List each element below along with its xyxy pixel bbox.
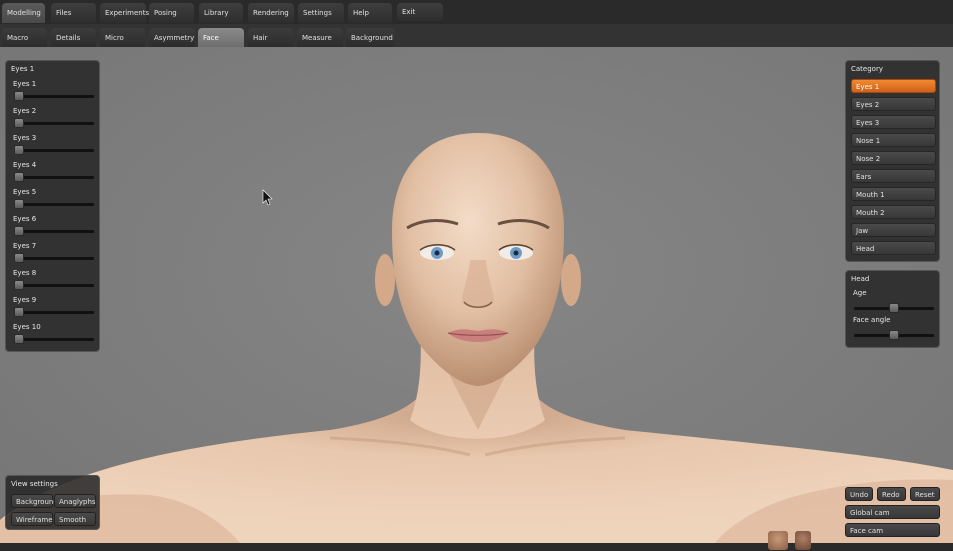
tab-experiments[interactable]: Experiments <box>100 3 149 23</box>
eyes-7-slider[interactable] <box>14 253 94 263</box>
tab-modelling[interactable]: Modelling <box>2 3 45 23</box>
eyes-4-slider[interactable] <box>14 172 94 182</box>
slider-thumb[interactable] <box>14 253 24 263</box>
eyes-8-slider[interactable] <box>14 280 94 290</box>
category-item-eyes-1[interactable]: Eyes 1 <box>851 79 936 93</box>
tab-posing[interactable]: Posing <box>149 3 194 23</box>
panel-title: Eyes 1 <box>11 65 35 73</box>
subtab-micro[interactable]: Micro <box>100 28 145 47</box>
face-cam-button[interactable]: Face cam <box>845 523 940 537</box>
background-toggle-button[interactable]: Background <box>11 494 58 508</box>
category-panel: Category Eyes 1 Eyes 2 Eyes 3 Nose 1 Nose 2 E… <box>845 60 940 262</box>
panel-title: Head <box>851 275 870 283</box>
global-cam-button[interactable]: Global cam <box>845 505 940 519</box>
redo-button[interactable]: Redo <box>877 487 906 501</box>
eyes-5-slider[interactable] <box>14 199 94 209</box>
slider-label: Eyes 8 <box>13 269 37 277</box>
panel-title: Category <box>851 65 883 73</box>
slider-label: Eyes 1 <box>13 80 37 88</box>
category-item-nose-2[interactable]: Nose 2 <box>851 151 936 165</box>
eyes-slider-panel: Eyes 1 Eyes 1 Eyes 2 Eyes 3 Eyes 4 Eyes 5 Eye… <box>5 60 100 352</box>
slider-label: Eyes 7 <box>13 242 37 250</box>
main-menu-bar: Modelling Files Experiments Posing Libra… <box>0 0 953 24</box>
subtab-background[interactable]: Background <box>346 28 395 47</box>
eyes-6-slider[interactable] <box>14 226 94 236</box>
category-item-head[interactable]: Head <box>851 241 936 255</box>
eyes-2-slider[interactable] <box>14 118 94 128</box>
slider-thumb[interactable] <box>14 307 24 317</box>
slider-label: Eyes 3 <box>13 134 37 142</box>
human-model[interactable] <box>0 47 953 543</box>
subtab-asymmetry[interactable]: Asymmetry <box>149 28 195 47</box>
eyes-9-slider[interactable] <box>14 307 94 317</box>
eyes-1-slider[interactable] <box>14 91 94 101</box>
view-settings-panel: View settings Background Anaglyphs Wiref… <box>5 475 100 530</box>
category-item-mouth-1[interactable]: Mouth 1 <box>851 187 936 201</box>
slider-thumb[interactable] <box>14 172 24 182</box>
slider-label: Eyes 2 <box>13 107 37 115</box>
slider-label: Eyes 4 <box>13 161 37 169</box>
slider-label: Face angle <box>853 316 891 324</box>
slider-thumb[interactable] <box>14 118 24 128</box>
exit-button[interactable]: Exit <box>397 3 443 21</box>
3d-viewport[interactable] <box>0 47 953 543</box>
head-thumbnail-icon[interactable] <box>795 531 811 550</box>
slider-label: Eyes 10 <box>13 323 41 331</box>
reset-button[interactable]: Reset <box>910 487 940 501</box>
undo-button[interactable]: Undo <box>845 487 873 501</box>
slider-label: Age <box>853 289 867 297</box>
slider-thumb[interactable] <box>14 91 24 101</box>
face-angle-slider[interactable] <box>854 330 934 340</box>
subtab-hair[interactable]: Hair <box>248 28 293 47</box>
slider-label: Eyes 9 <box>13 296 37 304</box>
slider-thumb[interactable] <box>14 334 24 344</box>
category-item-mouth-2[interactable]: Mouth 2 <box>851 205 936 219</box>
tab-rendering[interactable]: Rendering <box>248 3 294 23</box>
tab-help[interactable]: Help <box>348 3 392 23</box>
tab-settings[interactable]: Settings <box>298 3 344 23</box>
slider-thumb[interactable] <box>14 280 24 290</box>
panel-title: View settings <box>11 480 58 488</box>
subtab-details[interactable]: Details <box>51 28 96 47</box>
age-slider[interactable] <box>854 303 934 313</box>
tab-files[interactable]: Files <box>51 3 96 23</box>
smooth-toggle-button[interactable]: Smooth <box>54 512 96 526</box>
wireframe-toggle-button[interactable]: Wireframe <box>11 512 53 526</box>
head-slider-panel: Head Age Face angle <box>845 270 940 348</box>
subtab-face[interactable]: Face <box>198 28 244 47</box>
subtab-macro[interactable]: Macro <box>2 28 47 47</box>
category-item-jaw[interactable]: Jaw <box>851 223 936 237</box>
category-item-nose-1[interactable]: Nose 1 <box>851 133 936 147</box>
slider-label: Eyes 6 <box>13 215 37 223</box>
eyes-10-slider[interactable] <box>14 334 94 344</box>
tab-library[interactable]: Library <box>199 3 243 23</box>
slider-thumb[interactable] <box>14 145 24 155</box>
figure-thumbnail-icon[interactable] <box>768 531 788 550</box>
slider-thumb[interactable] <box>889 303 899 313</box>
slider-label: Eyes 5 <box>13 188 37 196</box>
eyes-3-slider[interactable] <box>14 145 94 155</box>
subtab-measure[interactable]: Measure <box>297 28 343 47</box>
slider-thumb[interactable] <box>889 330 899 340</box>
sub-tab-bar: Macro Details Micro Asymmetry Face Hair … <box>0 24 953 47</box>
category-item-eyes-3[interactable]: Eyes 3 <box>851 115 936 129</box>
slider-thumb[interactable] <box>14 226 24 236</box>
category-item-eyes-2[interactable]: Eyes 2 <box>851 97 936 111</box>
category-item-ears[interactable]: Ears <box>851 169 936 183</box>
slider-thumb[interactable] <box>14 199 24 209</box>
anaglyphs-toggle-button[interactable]: Anaglyphs <box>54 494 96 508</box>
